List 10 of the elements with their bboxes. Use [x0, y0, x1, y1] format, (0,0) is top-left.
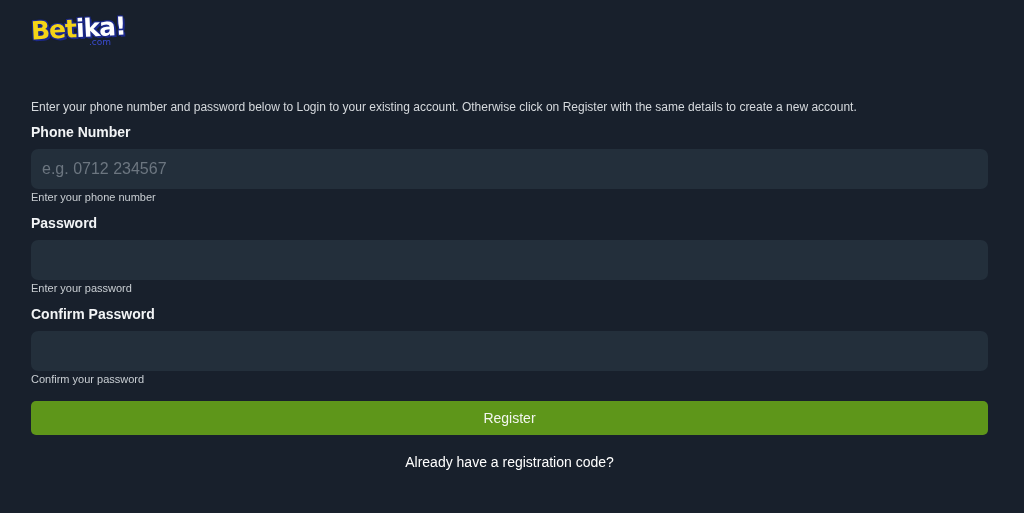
registration-code-link[interactable]: Already have a registration code?: [405, 454, 614, 470]
logo-domain: .com: [89, 37, 113, 47]
field-hint: Enter your phone number: [31, 191, 157, 203]
field-label: Confirm Password: [31, 306, 156, 322]
intro-text: Enter your phone number and password below to Login to your existing account. Otherwise click on Register with the same details to create a new account.: [31, 100, 858, 114]
field-hint: Confirm your password: [31, 373, 146, 385]
field-label: Phone Number: [31, 124, 132, 140]
field-hint: Enter your password: [31, 282, 133, 294]
field-label: Password: [31, 215, 99, 231]
input-field[interactable]: e.g. 0712 234567: [31, 149, 988, 189]
